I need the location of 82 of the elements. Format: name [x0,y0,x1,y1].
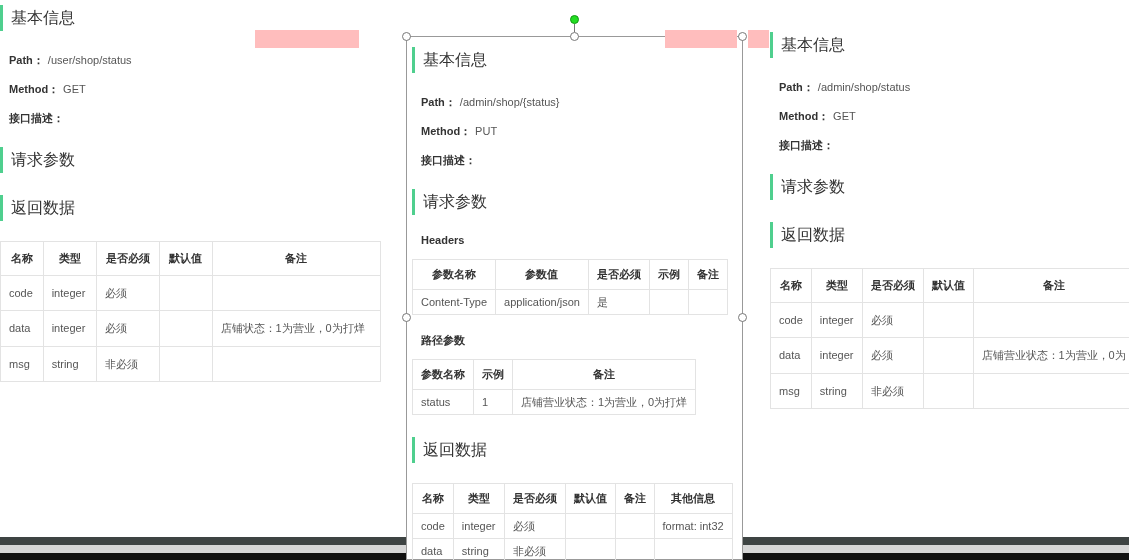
field-label: 接口描述： [9,111,64,125]
table-cell: integer [51,322,86,334]
column-header: 名称 [0,241,44,275]
column-header: 备注 [688,259,728,289]
table-cell: 店铺营业状态：1为营业，0为 [981,349,1126,361]
section-heading: 返回数据 [412,437,737,463]
column-header: 名称 [412,483,454,513]
table-cell: string [51,357,79,370]
document-image[interactable]: 基本信息 Path： /user/shop/status Method： GET 接口描述： 请求参数 返回数据 名称 类型 是否必须 默认值 备注 code integer 必须 data integer 必须 店铺状态：1为营业，0为打烊 msg string 非必须 [0,5,381,382]
document-image[interactable]: 基本信息 Path： /admin/shop/status Method： GET 接口描述： 请求参数 返回数据 名称 类型 是否必须 默认值 备注 code integer 必须 data integer 必须 店铺营业状态：1为营业，0为 msg string 非必须 [770,32,1129,409]
column-header: 参数值 [495,259,589,289]
column-header: 类型 [43,241,97,275]
column-header: 类型 [811,268,862,302]
field-label: 接口描述： [421,153,476,167]
column-header: 默认值 [159,241,212,275]
field-value: PUT [475,124,498,138]
field-label: Method： [779,109,830,123]
table-cell: Content-Type [421,295,488,308]
field-value: /admin/shop/{status} [459,95,560,109]
field-label: Method： [421,124,472,138]
subsection-label: Headers [421,234,465,246]
table-cell: integer [819,313,854,326]
field-value: /admin/shop/status [817,80,911,94]
column-header: 默认值 [923,268,973,302]
field-value: GET [63,82,86,96]
column-header: 是否必须 [588,259,650,289]
column-header: 是否必须 [96,241,160,275]
table-cell: 店铺状态：1为营业，0为打烊 [220,322,365,334]
table-cell: 必须 [104,322,127,334]
column-header: 备注 [615,483,654,513]
table-cell: msg [779,384,800,397]
field-label: Path： [9,53,44,67]
section-heading: 请求参数 [770,174,1129,200]
table-cell: integer [461,519,496,532]
column-header: 备注 [212,241,381,275]
field-value: /user/shop/status [47,53,132,67]
table-cell: 必须 [870,349,893,361]
column-header: 示例 [649,259,689,289]
table-cell: application/json [504,295,580,308]
table-cell: 必须 [870,313,893,326]
table-cell: integer [51,286,86,299]
table-cell: data [779,349,801,361]
table-cell: string [819,384,847,397]
field-value: GET [833,109,856,123]
subsection-label: 路径参数 [421,334,465,346]
table-cell: format: int32 [662,519,724,532]
table-cell: 非必须 [104,357,138,370]
field-label: 接口描述： [779,138,834,152]
table-cell: data [9,322,31,334]
section-heading: 请求参数 [412,189,737,215]
column-header: 是否必须 [504,483,565,513]
column-header: 名称 [770,268,812,302]
column-header: 其他信息 [654,483,733,513]
section-heading: 返回数据 [0,195,381,221]
column-header: 是否必须 [862,268,923,302]
table-cell: 非必须 [512,545,546,557]
table-cell: code [9,286,33,299]
column-header: 示例 [473,359,513,389]
table-cell: 1 [482,395,489,408]
table-cell: integer [819,349,854,361]
column-header: 备注 [512,359,696,389]
column-header: 默认值 [565,483,615,513]
table-cell: 必须 [104,286,127,299]
table-cell: 必须 [512,519,535,532]
table-cell: code [779,313,803,326]
table-cell: 非必须 [870,384,904,397]
table-cell: msg [9,357,30,370]
field-label: Path： [421,95,456,109]
column-header: 参数名称 [412,359,474,389]
field-label: Path： [779,80,814,94]
table-cell: string [461,545,489,557]
table-cell: 是 [596,295,608,308]
section-heading: 请求参数 [0,147,381,173]
column-header: 参数名称 [412,259,496,289]
table-cell: 店铺营业状态：1为营业，0为打烊 [521,395,688,408]
field-label: Method： [9,82,60,96]
table-cell: code [421,519,445,532]
column-header: 类型 [453,483,504,513]
column-header: 备注 [973,268,1129,302]
table-cell: data [421,545,443,557]
section-heading: 返回数据 [770,222,1129,248]
table-cell: status [421,395,451,408]
